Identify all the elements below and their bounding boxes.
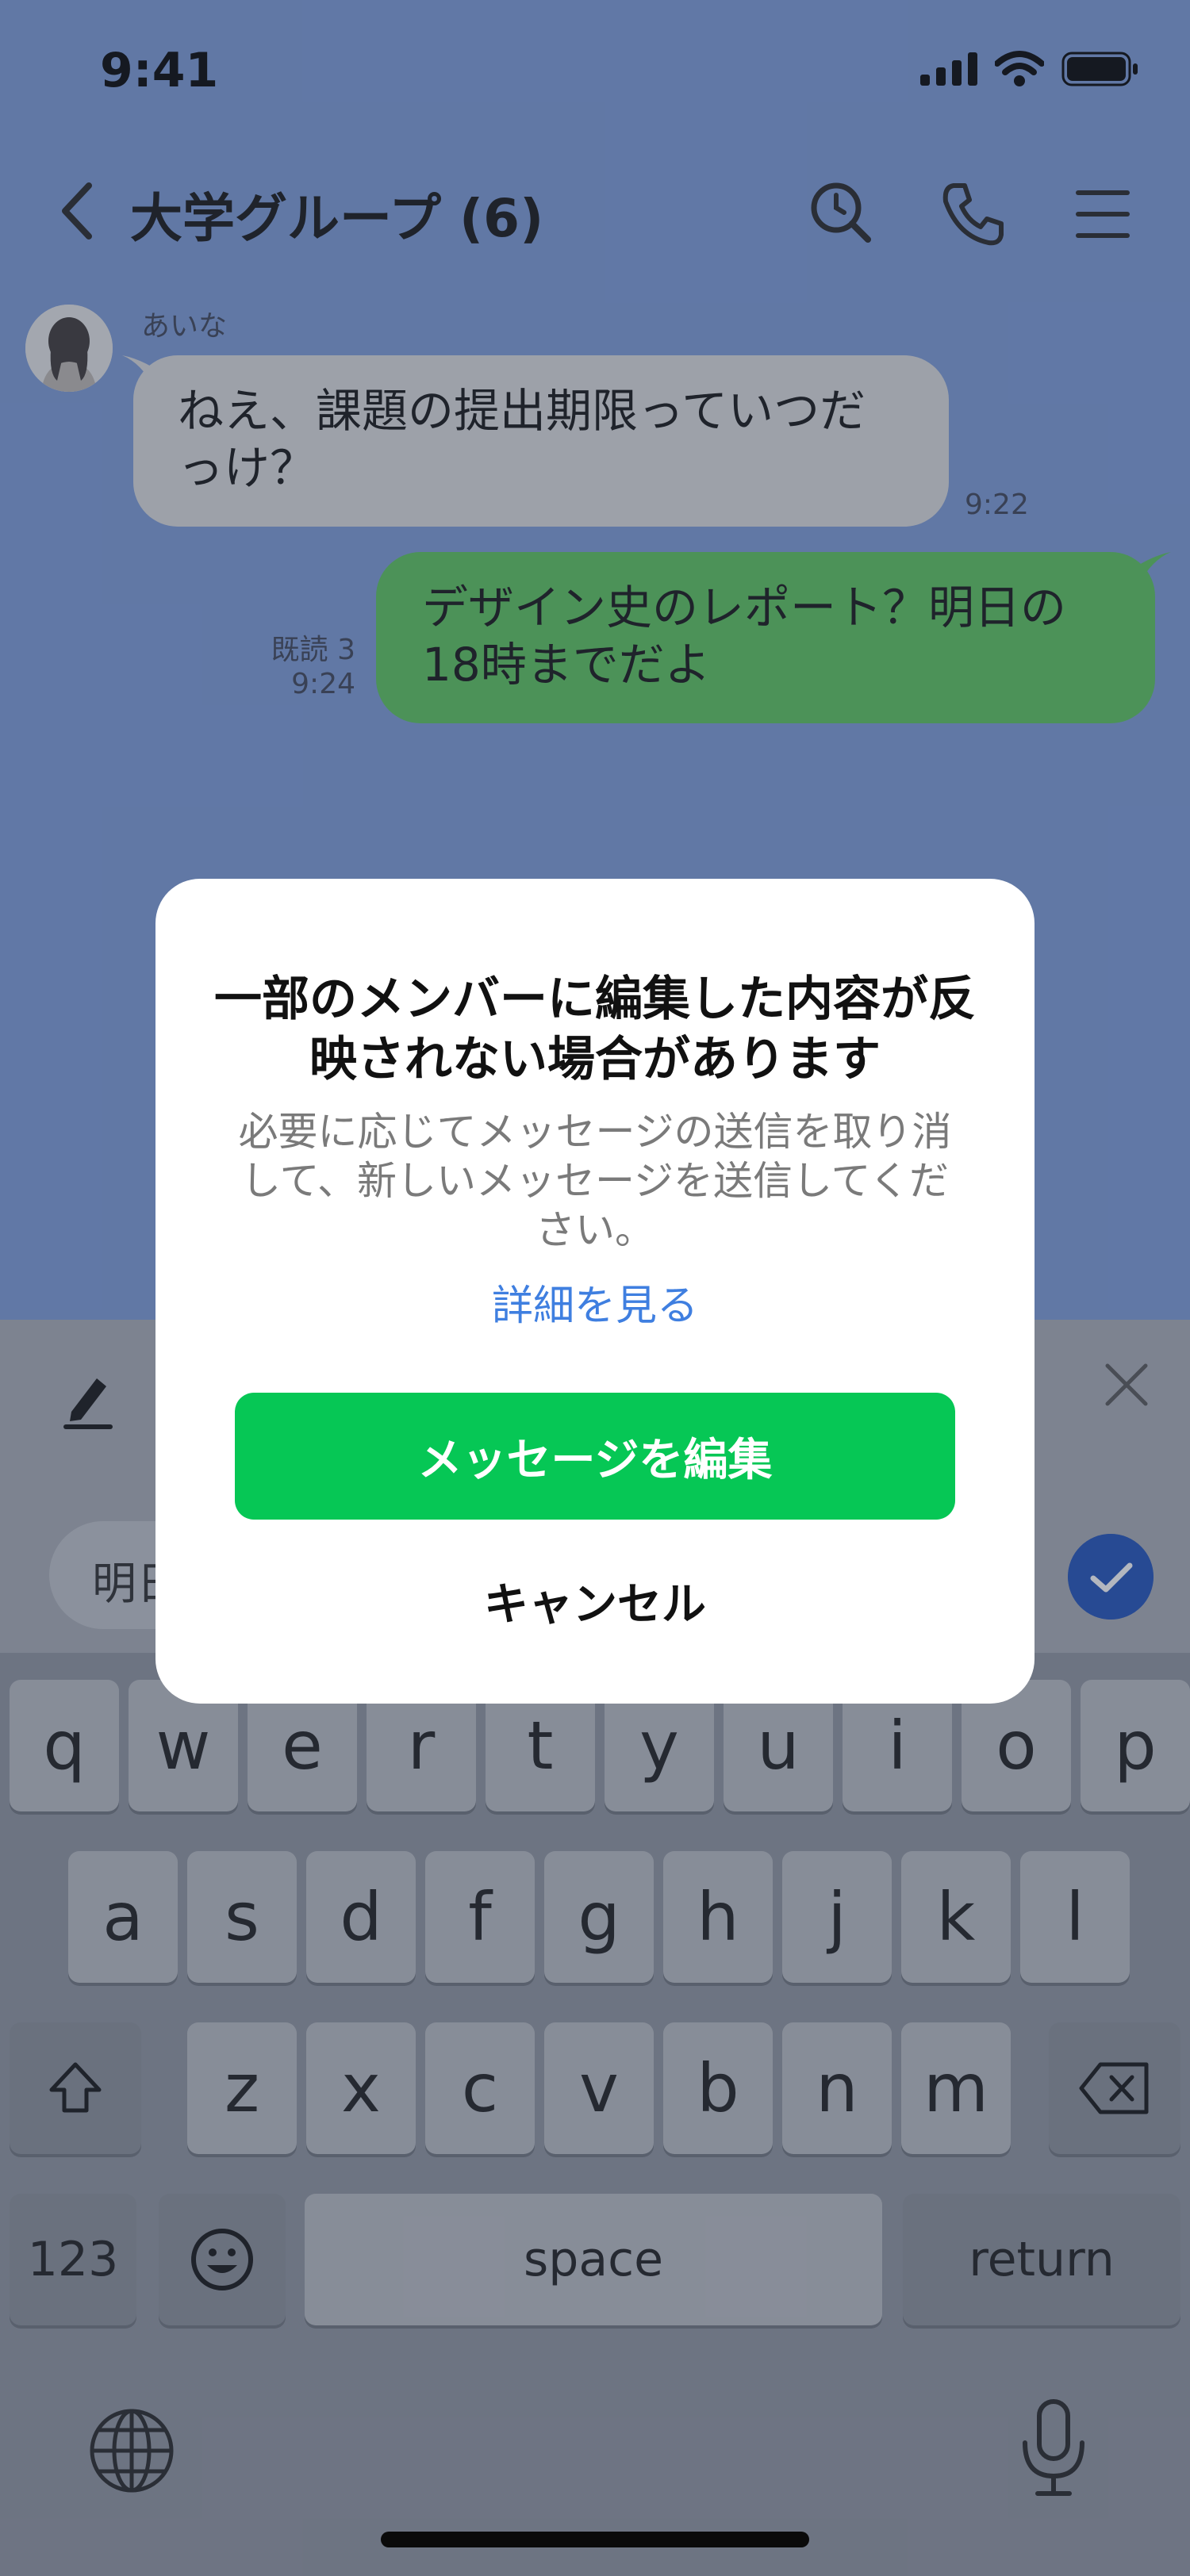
key-q[interactable]: q bbox=[10, 1680, 119, 1811]
cellular-signal-icon bbox=[920, 52, 977, 86]
status-time: 9:41 bbox=[100, 43, 219, 98]
phone-icon[interactable] bbox=[933, 174, 1012, 254]
home-indicator bbox=[381, 2532, 809, 2547]
microphone-icon[interactable] bbox=[1017, 2398, 1090, 2501]
chat-header: 大学グループ (6) bbox=[0, 155, 1190, 266]
backspace-icon bbox=[1079, 2062, 1149, 2114]
globe-icon[interactable] bbox=[87, 2406, 176, 2498]
search-icon[interactable] bbox=[803, 174, 882, 254]
keyboard: q w e r t y u i o p a s d f g h j k l z x c v b n m 123 space return bbox=[0, 1653, 1190, 2576]
battery-icon bbox=[1061, 52, 1138, 86]
avatar-photo-icon bbox=[25, 305, 113, 392]
key-g[interactable]: g bbox=[544, 1851, 654, 1983]
outgoing-message-bubble[interactable]: デザイン史のレポート？明日の18時までだよ bbox=[376, 552, 1155, 723]
space-key[interactable]: space bbox=[305, 2194, 882, 2325]
incoming-message-bubble[interactable]: ねえ、課題の提出期限っていつだっけ？ bbox=[133, 355, 949, 527]
key-j[interactable]: j bbox=[782, 1851, 892, 1983]
key-x[interactable]: x bbox=[306, 2022, 416, 2154]
return-key[interactable]: return bbox=[903, 2194, 1180, 2325]
edit-message-button[interactable]: メッセージを編集 bbox=[235, 1393, 955, 1520]
dialog-title: 一部のメンバーに編集した内容が反映されない場合があります bbox=[214, 972, 976, 1087]
key-d[interactable]: d bbox=[306, 1851, 416, 1983]
menu-icon[interactable] bbox=[1063, 174, 1142, 254]
key-n[interactable]: n bbox=[782, 2022, 892, 2154]
pencil-icon bbox=[63, 1378, 113, 1429]
chat-title: 大学グループ (6) bbox=[130, 188, 544, 249]
dialog-body: 必要に応じてメッセージの送信を取り消して、新しいメッセージを送信してください。 bbox=[238, 1109, 952, 1253]
sender-name: あいな bbox=[141, 310, 228, 343]
key-z[interactable]: z bbox=[187, 2022, 297, 2154]
wifi-icon bbox=[995, 51, 1044, 86]
status-icons bbox=[920, 51, 1139, 87]
emoji-key[interactable] bbox=[159, 2194, 286, 2325]
key-l[interactable]: l bbox=[1020, 1851, 1130, 1983]
message-time: 9:22 bbox=[965, 489, 1029, 521]
key-v[interactable]: v bbox=[544, 2022, 654, 2154]
key-b[interactable]: b bbox=[663, 2022, 773, 2154]
key-m[interactable]: m bbox=[901, 2022, 1011, 2154]
chevron-left-icon[interactable] bbox=[48, 178, 111, 244]
emoji-icon bbox=[191, 2229, 253, 2290]
checkmark-icon[interactable] bbox=[1068, 1534, 1154, 1620]
numbers-key[interactable]: 123 bbox=[10, 2194, 136, 2325]
key-k[interactable]: k bbox=[901, 1851, 1011, 1983]
close-icon[interactable] bbox=[1095, 1353, 1158, 1416]
key-c[interactable]: c bbox=[425, 2022, 535, 2154]
key-a[interactable]: a bbox=[68, 1851, 178, 1983]
message-time: 9:24 bbox=[291, 668, 355, 700]
details-link[interactable]: 詳細を見る bbox=[155, 1272, 1035, 1332]
key-f[interactable]: f bbox=[425, 1851, 535, 1983]
key-h[interactable]: h bbox=[663, 1851, 773, 1983]
cancel-button[interactable]: キャンセル bbox=[235, 1561, 955, 1640]
read-receipt: 既読 3 bbox=[271, 634, 355, 666]
status-bar: 9:41 bbox=[0, 0, 1190, 143]
avatar[interactable] bbox=[25, 305, 113, 392]
shift-icon bbox=[49, 2062, 102, 2113]
edit-warning-dialog: 一部のメンバーに編集した内容が反映されない場合があります 必要に応じてメッセージ… bbox=[155, 879, 1035, 1704]
shift-key[interactable] bbox=[10, 2022, 141, 2154]
key-s[interactable]: s bbox=[187, 1851, 297, 1983]
delete-key[interactable] bbox=[1049, 2022, 1180, 2154]
key-p[interactable]: p bbox=[1081, 1680, 1190, 1811]
